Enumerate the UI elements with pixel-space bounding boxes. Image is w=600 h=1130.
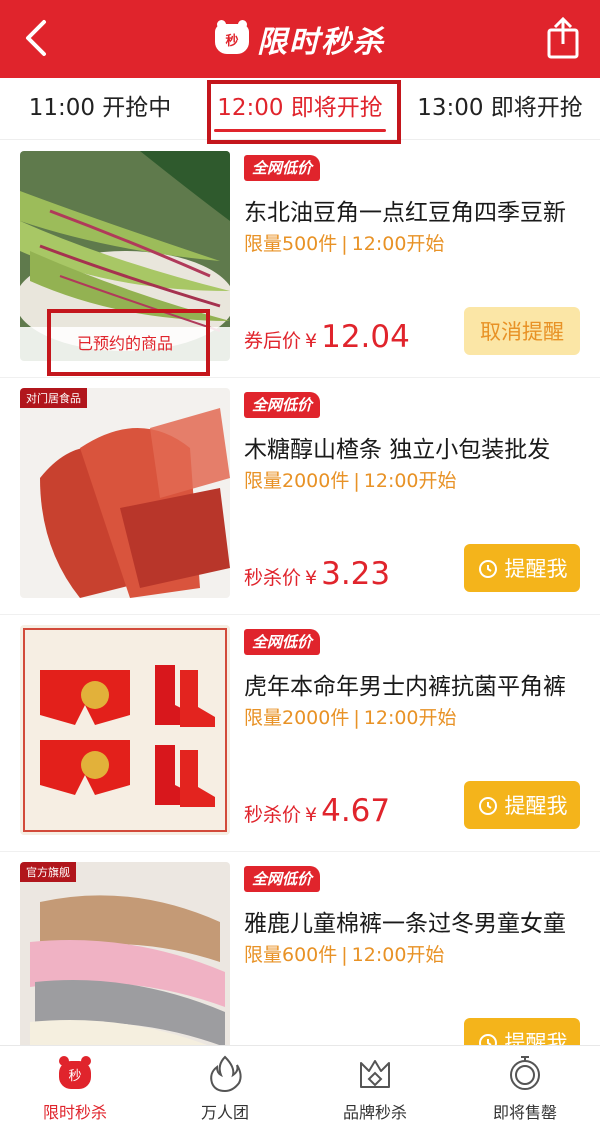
stock-limit: 限量2000件 <box>244 707 350 729</box>
meta-divider: | <box>341 233 348 255</box>
nav-label: 即将售罄 <box>492 1103 557 1122</box>
button-label: 提醒我 <box>504 557 568 581</box>
tab-1300[interactable]: 13:00 即将开抢 <box>400 78 600 140</box>
product-name[interactable]: 雅鹿儿童棉裤一条过冬男童女童 <box>244 904 584 938</box>
highlight-box-tab <box>207 80 401 144</box>
price-label: 券后价 <box>244 330 302 352</box>
app-header: 秒 限时秒杀 <box>0 0 600 78</box>
tab-label: 13:00 即将开抢 <box>417 94 583 121</box>
stock-limit: 限量600件 <box>244 944 338 966</box>
flash-sale-icon: 秒 <box>59 1056 91 1089</box>
product-meta: 限量500件 | 12:00开始 <box>244 229 444 256</box>
shop-tag: 对门居食品 <box>20 388 87 408</box>
start-time: 12:00开始 <box>351 233 445 255</box>
product-list: 已预约的商品 全网低价 东北油豆角一点红豆角四季豆新 限量500件 | 12:00开… <box>0 141 600 1089</box>
header-title-group: 秒 限时秒杀 <box>215 17 385 61</box>
product-card[interactable]: 对门居食品 全网低价 木糖醇山楂条 独立小包装批发 限量2000件 | 12:00开… <box>0 378 600 615</box>
nav-brand-sale[interactable]: 品牌秒杀 <box>300 1046 450 1130</box>
price-label: 秒杀价 <box>244 804 302 826</box>
product-meta: 限量2000件 | 12:00开始 <box>244 466 457 493</box>
product-name[interactable]: 虎年本命年男士内裤抗菌平角裤 <box>244 667 584 701</box>
share-icon[interactable] <box>546 16 580 60</box>
remind-me-button[interactable]: 提醒我 <box>464 781 580 829</box>
tab-1100[interactable]: 11:00 开抢中 <box>0 78 200 140</box>
product-image-underwear[interactable] <box>20 625 230 835</box>
lowest-price-tag: 全网低价 <box>244 866 321 892</box>
product-meta: 限量2000件 | 12:00开始 <box>244 703 457 730</box>
currency-symbol: ¥ <box>305 567 318 589</box>
currency-symbol: ¥ <box>305 330 318 352</box>
alarm-clock-icon <box>478 797 497 815</box>
lowest-price-tag: 全网低价 <box>244 155 321 181</box>
button-label: 提醒我 <box>504 794 568 818</box>
price-block: 秒杀价 ¥ 3.23 <box>244 556 390 592</box>
nav-label: 品牌秒杀 <box>342 1103 407 1122</box>
meta-divider: | <box>341 944 348 966</box>
nav-selling-out[interactable]: 即将售罄 <box>450 1046 600 1130</box>
nav-group-buy[interactable]: 万人团 <box>150 1046 300 1130</box>
alarm-clock-icon <box>478 560 497 578</box>
nav-label: 万人团 <box>200 1103 249 1122</box>
product-image-pants[interactable]: 官方旗舰 <box>20 862 230 1072</box>
product-name[interactable]: 东北油豆角一点红豆角四季豆新 <box>244 193 584 227</box>
button-label: 取消提醒 <box>480 320 564 344</box>
alarm-badge-icon: 秒 <box>215 20 249 54</box>
crown-tag-icon <box>360 1060 390 1088</box>
cancel-reminder-button[interactable]: 取消提醒 <box>464 307 580 355</box>
product-meta: 限量600件 | 12:00开始 <box>244 940 444 967</box>
stock-limit: 限量2000件 <box>244 470 350 492</box>
price-label: 秒杀价 <box>244 567 302 589</box>
start-time: 12:00开始 <box>363 707 457 729</box>
flame-icon <box>210 1055 242 1093</box>
tab-label: 11:00 开抢中 <box>28 94 172 121</box>
shop-tag: 官方旗舰 <box>20 862 76 882</box>
bottom-nav: 秒 限时秒杀 万人团 品牌秒杀 即将售罄 <box>0 1045 600 1130</box>
page-title: 限时秒杀 <box>257 25 385 60</box>
nav-label: 限时秒杀 <box>42 1103 107 1122</box>
lowest-price-tag: 全网低价 <box>244 629 321 655</box>
stock-limit: 限量500件 <box>244 233 338 255</box>
meta-divider: | <box>353 470 360 492</box>
price-block: 券后价 ¥ 12.04 <box>244 319 410 355</box>
back-arrow-icon[interactable] <box>18 18 54 58</box>
product-card[interactable]: 全网低价 虎年本命年男士内裤抗菌平角裤 限量2000件 | 12:00开始 秒杀价 … <box>0 615 600 852</box>
currency-symbol: ¥ <box>305 804 318 826</box>
stopwatch-icon <box>510 1056 540 1090</box>
product-image-hawthorn[interactable]: 对门居食品 <box>20 388 230 598</box>
highlight-box-reserved <box>47 309 210 376</box>
nav-flash-sale[interactable]: 秒 限时秒杀 <box>0 1046 150 1130</box>
start-time: 12:00开始 <box>351 944 445 966</box>
price-value: 12.04 <box>321 319 410 355</box>
lowest-price-tag: 全网低价 <box>244 392 321 418</box>
price-value: 4.67 <box>321 793 391 829</box>
remind-me-button[interactable]: 提醒我 <box>464 544 580 592</box>
meta-divider: | <box>353 707 360 729</box>
start-time: 12:00开始 <box>363 470 457 492</box>
price-block: 秒杀价 ¥ 4.67 <box>244 793 390 829</box>
nav-badge-text: 秒 <box>68 1069 81 1084</box>
product-name[interactable]: 木糖醇山楂条 独立小包装批发 <box>244 430 584 464</box>
price-value: 3.23 <box>321 556 391 592</box>
